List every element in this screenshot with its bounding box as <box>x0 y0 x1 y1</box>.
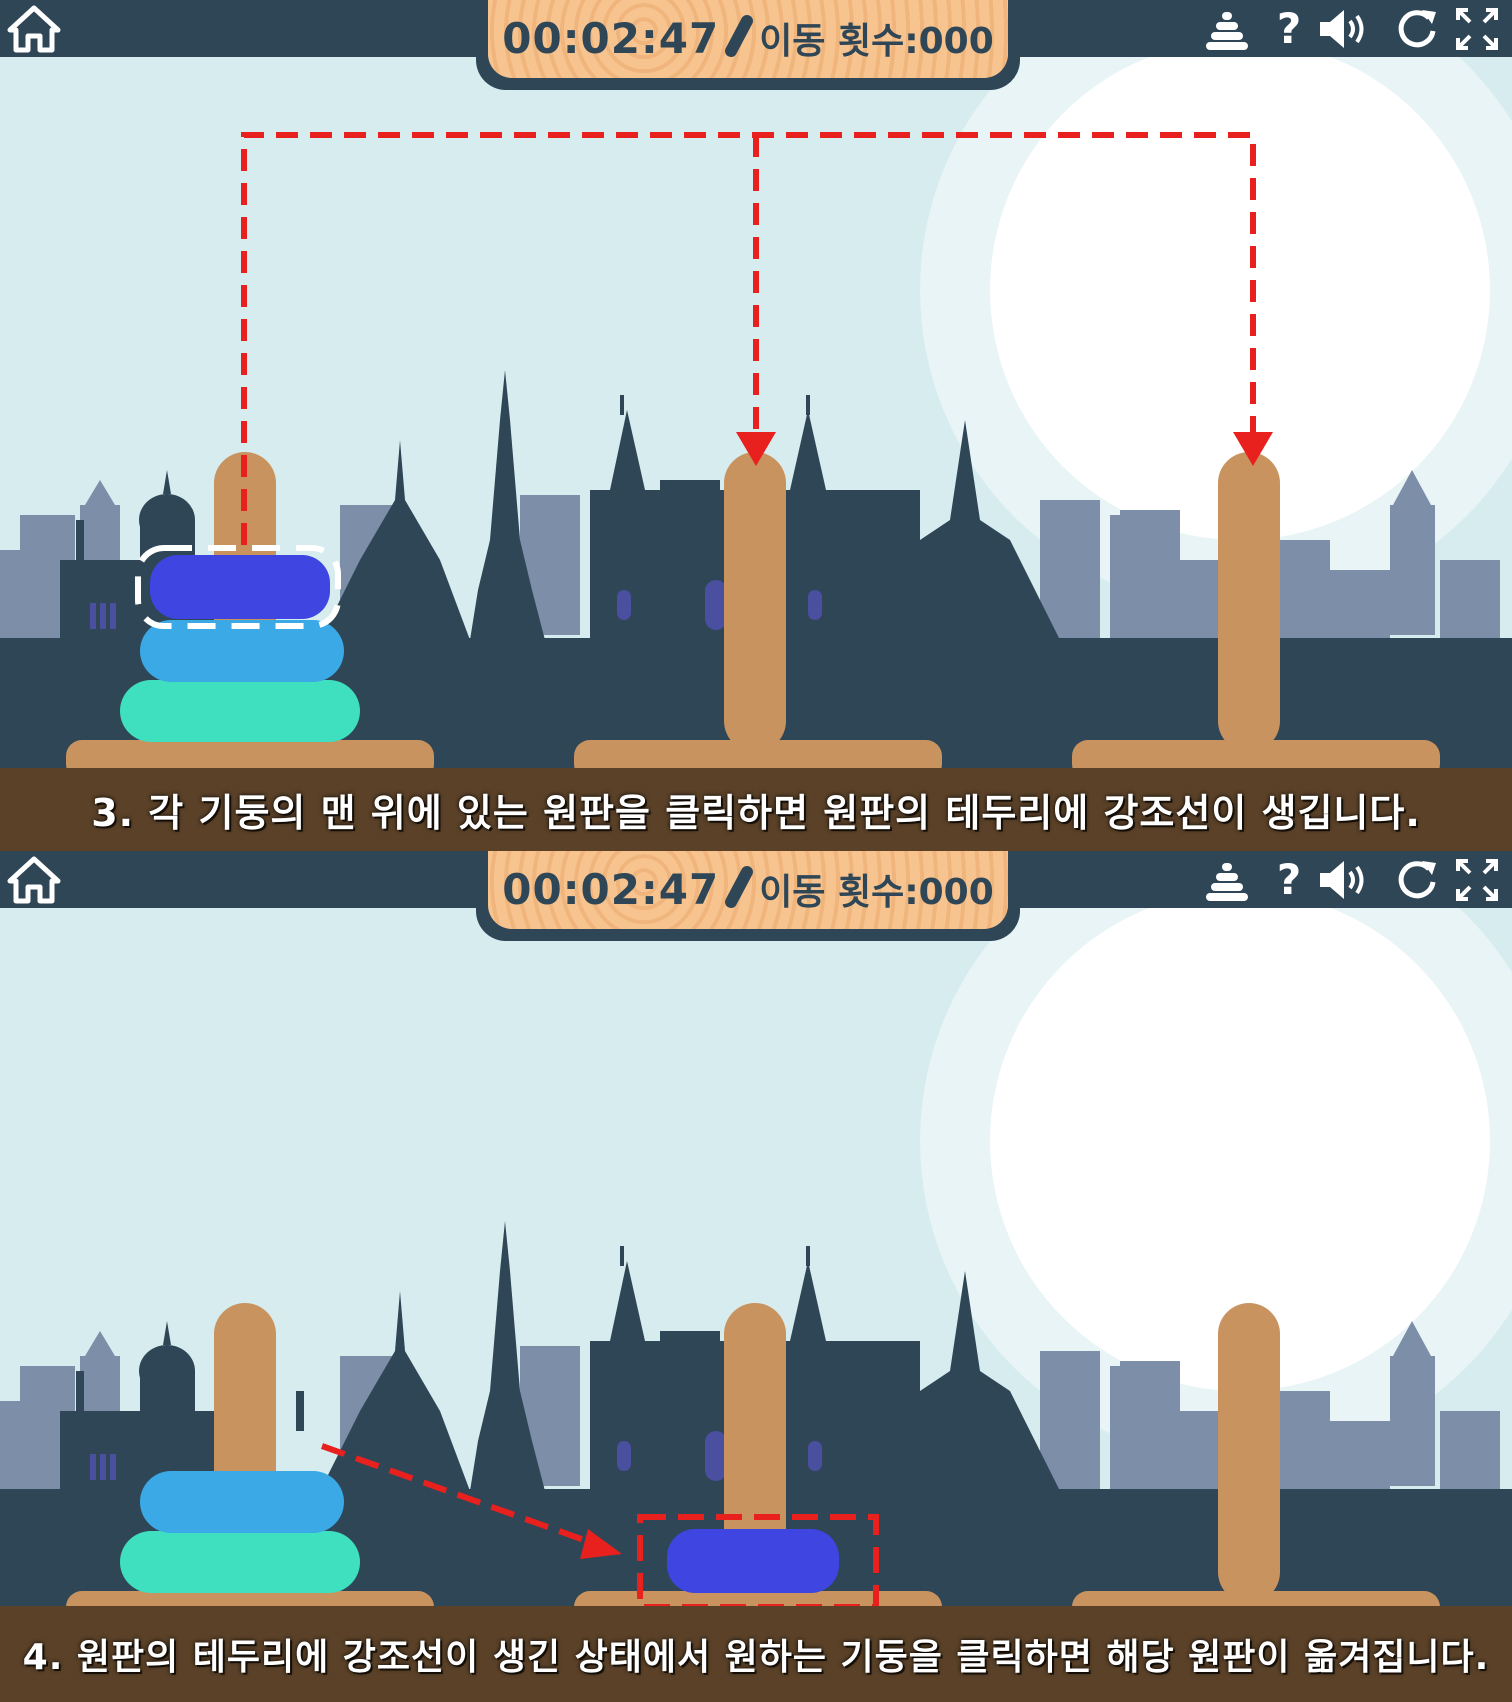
disk-dark-blue[interactable] <box>667 1529 839 1593</box>
timer: 00:02:47 <box>502 14 720 63</box>
instruction-caption: 4. 원판의 테두리에 강조선이 생긴 상태에서 원하는 기둥을 클릭하면 해당… <box>22 1637 1490 1678</box>
restart-icon[interactable] <box>1394 857 1440 903</box>
restart-icon[interactable] <box>1394 6 1440 52</box>
separator-icon <box>723 863 756 911</box>
game-scene <box>0 851 1512 1631</box>
help-icon[interactable]: ? <box>1266 857 1312 903</box>
tower-icon[interactable] <box>1204 6 1250 52</box>
caption-bar: 4. 원판의 테두리에 강조선이 생긴 상태에서 원하는 기둥을 클릭하면 해당… <box>0 1606 1512 1702</box>
caption-bar: 3. 각 기둥의 맨 위에 있는 원판을 클릭하면 원판의 테두리에 강조선이 … <box>0 768 1512 851</box>
home-icon[interactable] <box>6 855 62 905</box>
instruction-caption: 3. 각 기둥의 맨 위에 있는 원판을 클릭하면 원판의 테두리에 강조선이 … <box>91 791 1421 835</box>
instruction-panel-3: 00:02:47 이동 횟수:000 ? 3. 각 기둥의 맨 위에 있는 원판… <box>0 0 1512 851</box>
toolbar: ? <box>1192 851 1512 908</box>
move-counter: 이동 횟수:000 <box>759 872 994 913</box>
fullscreen-icon[interactable] <box>1454 6 1500 52</box>
home-icon[interactable] <box>6 4 62 54</box>
timer-panel: 00:02:47 이동 횟수:000 <box>476 851 1020 941</box>
move-counter: 이동 횟수:000 <box>759 21 994 62</box>
instruction-panel-4: 00:02:47 이동 횟수:000 ? 4. 원판의 테두리에 강조선이 생긴… <box>0 851 1512 1702</box>
disk-light-blue[interactable] <box>140 1471 344 1533</box>
sound-icon[interactable] <box>1316 857 1376 903</box>
peg-3[interactable] <box>1218 1303 1280 1603</box>
tower-icon[interactable] <box>1204 857 1250 903</box>
timer-panel: 00:02:47 이동 횟수:000 <box>476 0 1020 90</box>
fullscreen-icon[interactable] <box>1454 857 1500 903</box>
disk-light-blue[interactable] <box>140 620 344 682</box>
disk-green[interactable] <box>120 1531 360 1593</box>
peg-2[interactable] <box>724 452 786 752</box>
timer: 00:02:47 <box>502 865 720 914</box>
disk-green[interactable] <box>120 680 360 742</box>
toolbar: ? <box>1192 0 1512 57</box>
separator-icon <box>723 12 756 60</box>
peg-3[interactable] <box>1218 452 1280 752</box>
sound-icon[interactable] <box>1316 6 1376 52</box>
disk-dark-blue[interactable] <box>150 555 330 619</box>
help-icon[interactable]: ? <box>1266 6 1312 52</box>
game-scene <box>0 0 1512 780</box>
